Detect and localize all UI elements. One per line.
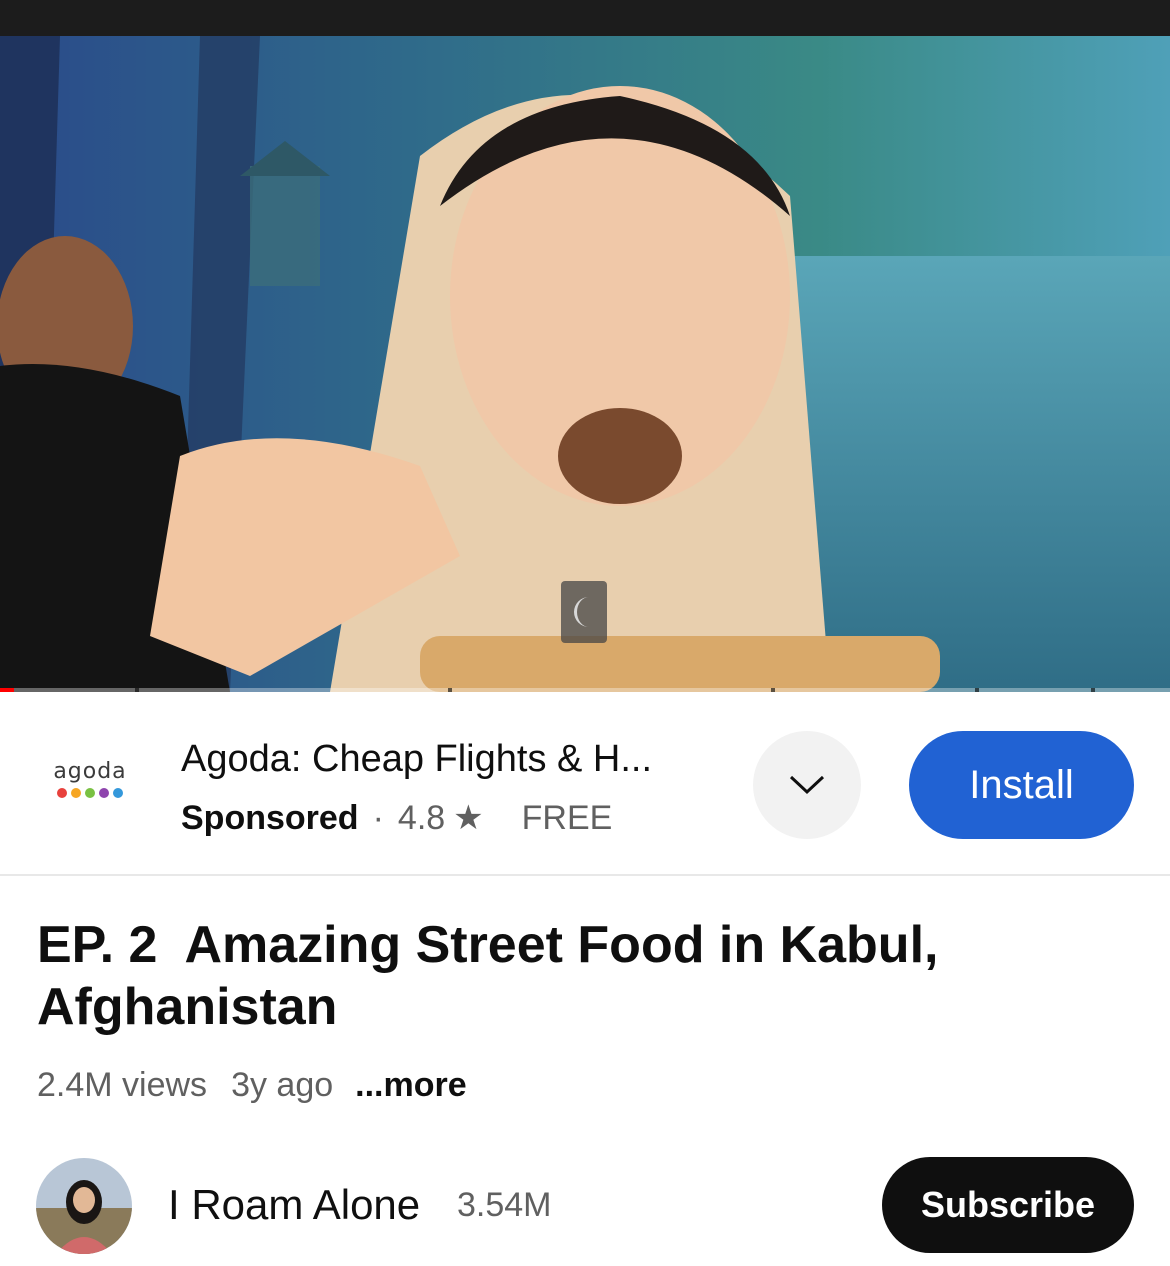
progress-played bbox=[0, 688, 15, 692]
subscribe-button[interactable]: Subscribe bbox=[882, 1157, 1134, 1253]
logo-dot bbox=[99, 787, 109, 798]
status-bar-strip bbox=[0, 0, 1170, 36]
channel-avatar[interactable] bbox=[36, 1158, 132, 1254]
moon-icon[interactable] bbox=[561, 581, 607, 643]
logo-dots bbox=[57, 787, 123, 798]
ad-price: FREE bbox=[521, 798, 613, 837]
subscriber-count: 3.54M bbox=[457, 1186, 552, 1224]
channel-name[interactable]: I Roam Alone bbox=[168, 1181, 420, 1229]
ad-expand-button[interactable] bbox=[753, 731, 861, 839]
logo-dot bbox=[71, 787, 81, 798]
ad-meta: Sponsored · 4.8 ★ FREE bbox=[181, 798, 612, 838]
install-button[interactable]: Install bbox=[909, 731, 1134, 839]
ad-rating: 4.8 bbox=[397, 798, 446, 837]
video-player[interactable] bbox=[0, 36, 1170, 692]
ad-title[interactable]: Agoda: Cheap Flights & H... bbox=[181, 738, 652, 781]
agoda-logo: agoda bbox=[36, 736, 144, 820]
video-title[interactable]: EP. 2 Amazing Street Food in Kabul, Afgh… bbox=[37, 914, 1137, 1038]
upload-age: 3y ago bbox=[231, 1066, 334, 1104]
video-stats[interactable]: 2.4M views 3y ago ...more bbox=[37, 1066, 467, 1105]
sponsored-ad-card[interactable]: agoda Agoda: Cheap Flights & H... Sponso… bbox=[0, 692, 1170, 876]
logo-wordmark: agoda bbox=[53, 758, 127, 784]
logo-dot bbox=[113, 787, 123, 798]
logo-dot bbox=[85, 787, 95, 798]
logo-dot bbox=[57, 787, 67, 798]
sponsored-label: Sponsored bbox=[181, 798, 359, 837]
more-link[interactable]: ...more bbox=[355, 1066, 466, 1105]
separator-dot: · bbox=[372, 798, 384, 837]
star-icon: ★ bbox=[453, 799, 484, 837]
avatar-image bbox=[36, 1158, 132, 1254]
chevron-down-icon bbox=[789, 775, 825, 795]
view-count: 2.4M views bbox=[37, 1066, 208, 1104]
